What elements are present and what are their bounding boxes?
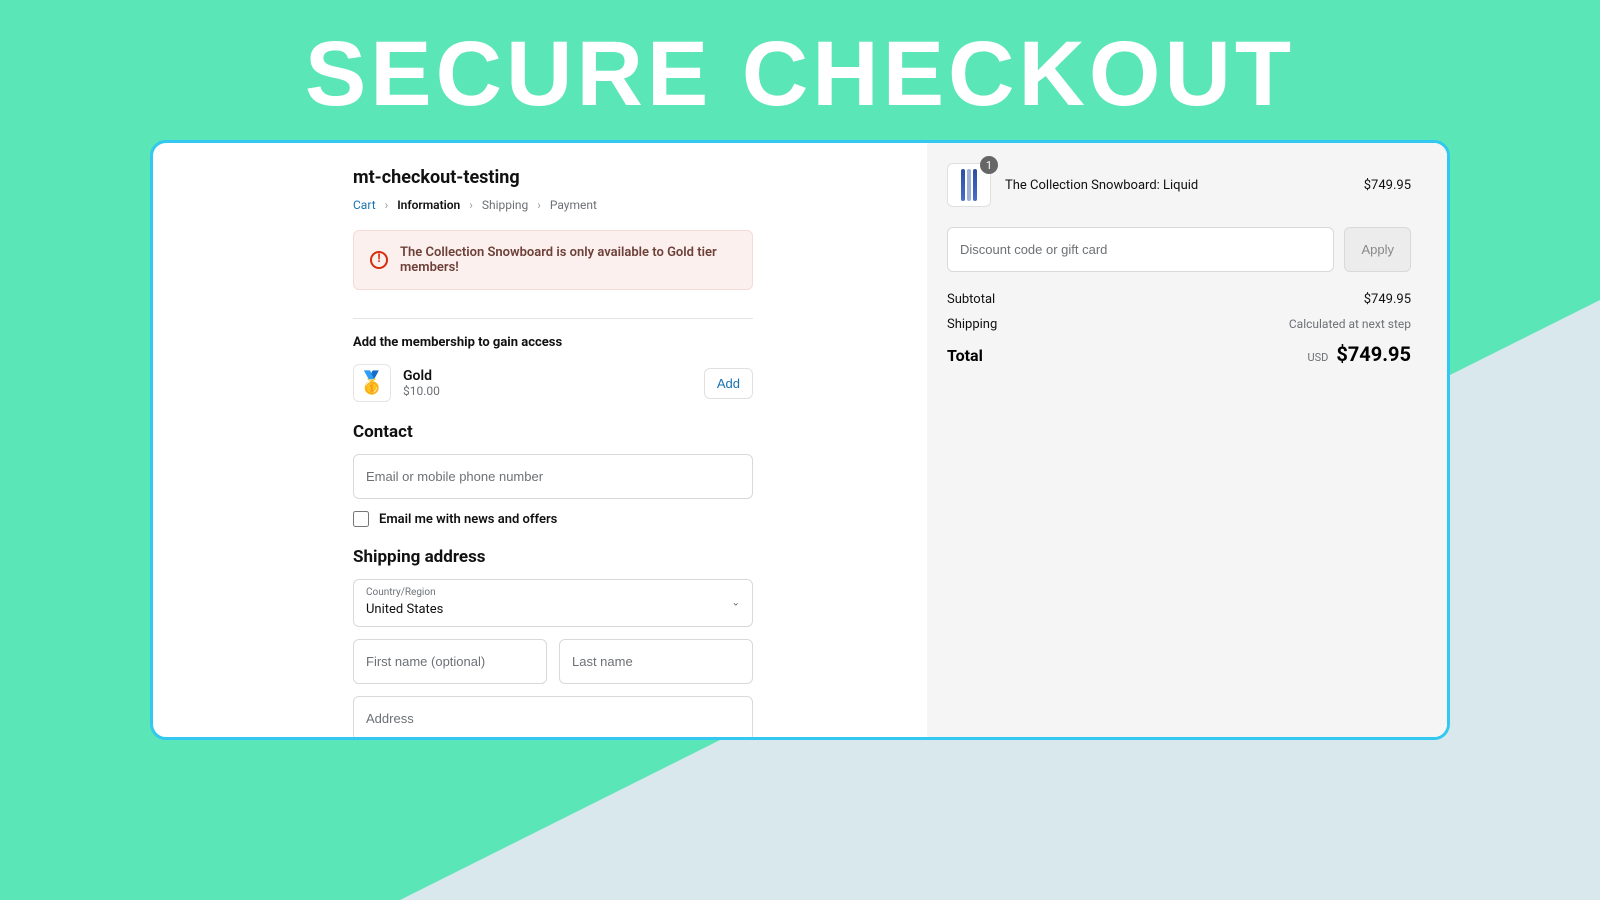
alert-text: The Collection Snowboard is only availab… — [400, 245, 736, 275]
breadcrumb-payment: Payment — [550, 198, 597, 212]
address-field[interactable] — [353, 696, 753, 737]
warning-icon — [370, 251, 388, 269]
first-name-field[interactable] — [353, 639, 547, 684]
membership-price: $10.00 — [403, 384, 440, 398]
discount-code-field[interactable] — [947, 227, 1334, 272]
cart-item-price: $749.95 — [1364, 178, 1411, 193]
chevron-right-icon: › — [469, 198, 473, 212]
total-currency: USD — [1307, 351, 1328, 364]
cart-item-name: The Collection Snowboard: Liquid — [1005, 178, 1350, 193]
breadcrumb-cart[interactable]: Cart — [353, 198, 376, 212]
quantity-badge: 1 — [980, 156, 998, 174]
summary-pane: 1 The Collection Snowboard: Liquid $749.… — [927, 143, 1447, 737]
divider — [353, 318, 753, 319]
total-amount: $749.95 — [1336, 342, 1411, 366]
membership-alert: The Collection Snowboard is only availab… — [353, 230, 753, 290]
shipping-row: Shipping Calculated at next step — [947, 317, 1411, 332]
news-checkbox[interactable] — [353, 511, 369, 527]
add-membership-button[interactable]: Add — [704, 368, 753, 399]
shipping-note: Calculated at next step — [1289, 317, 1411, 332]
breadcrumb-shipping: Shipping — [482, 198, 528, 212]
total-row: Total USD $749.95 — [947, 342, 1411, 366]
banner-title: SECURE CHECKOUT — [0, 22, 1600, 127]
chevron-right-icon: › — [385, 198, 389, 212]
membership-card: 🥇 Gold $10.00 Add — [353, 364, 753, 402]
country-label: Country/Region — [366, 587, 740, 598]
cart-item: 1 The Collection Snowboard: Liquid $749.… — [947, 163, 1411, 207]
main-pane: mt-checkout-testing Cart › Information ›… — [153, 143, 927, 737]
membership-name: Gold — [403, 368, 440, 384]
total-label: Total — [947, 346, 983, 365]
subtotal-value: $749.95 — [1364, 292, 1411, 307]
store-name: mt-checkout-testing — [353, 167, 753, 188]
chevron-down-icon: ⌄ — [732, 598, 740, 609]
subtotal-row: Subtotal $749.95 — [947, 292, 1411, 307]
apply-discount-button[interactable]: Apply — [1344, 227, 1411, 272]
shipping-label: Shipping — [947, 317, 997, 332]
breadcrumb: Cart › Information › Shipping › Payment — [353, 198, 753, 212]
country-select[interactable]: Country/Region United States ⌄ — [353, 579, 753, 627]
last-name-field[interactable] — [559, 639, 753, 684]
email-field[interactable] — [353, 454, 753, 499]
country-value: United States — [366, 602, 443, 617]
medal-icon: 🥇 — [353, 364, 391, 402]
product-thumbnail: 1 — [947, 163, 991, 207]
membership-heading: Add the membership to gain access — [353, 335, 753, 350]
contact-title: Contact — [353, 422, 753, 442]
chevron-right-icon: › — [537, 198, 541, 212]
shipping-title: Shipping address — [353, 547, 753, 567]
news-label: Email me with news and offers — [379, 512, 557, 527]
checkout-window: mt-checkout-testing Cart › Information ›… — [150, 140, 1450, 740]
subtotal-label: Subtotal — [947, 292, 995, 307]
breadcrumb-information: Information — [397, 198, 460, 212]
